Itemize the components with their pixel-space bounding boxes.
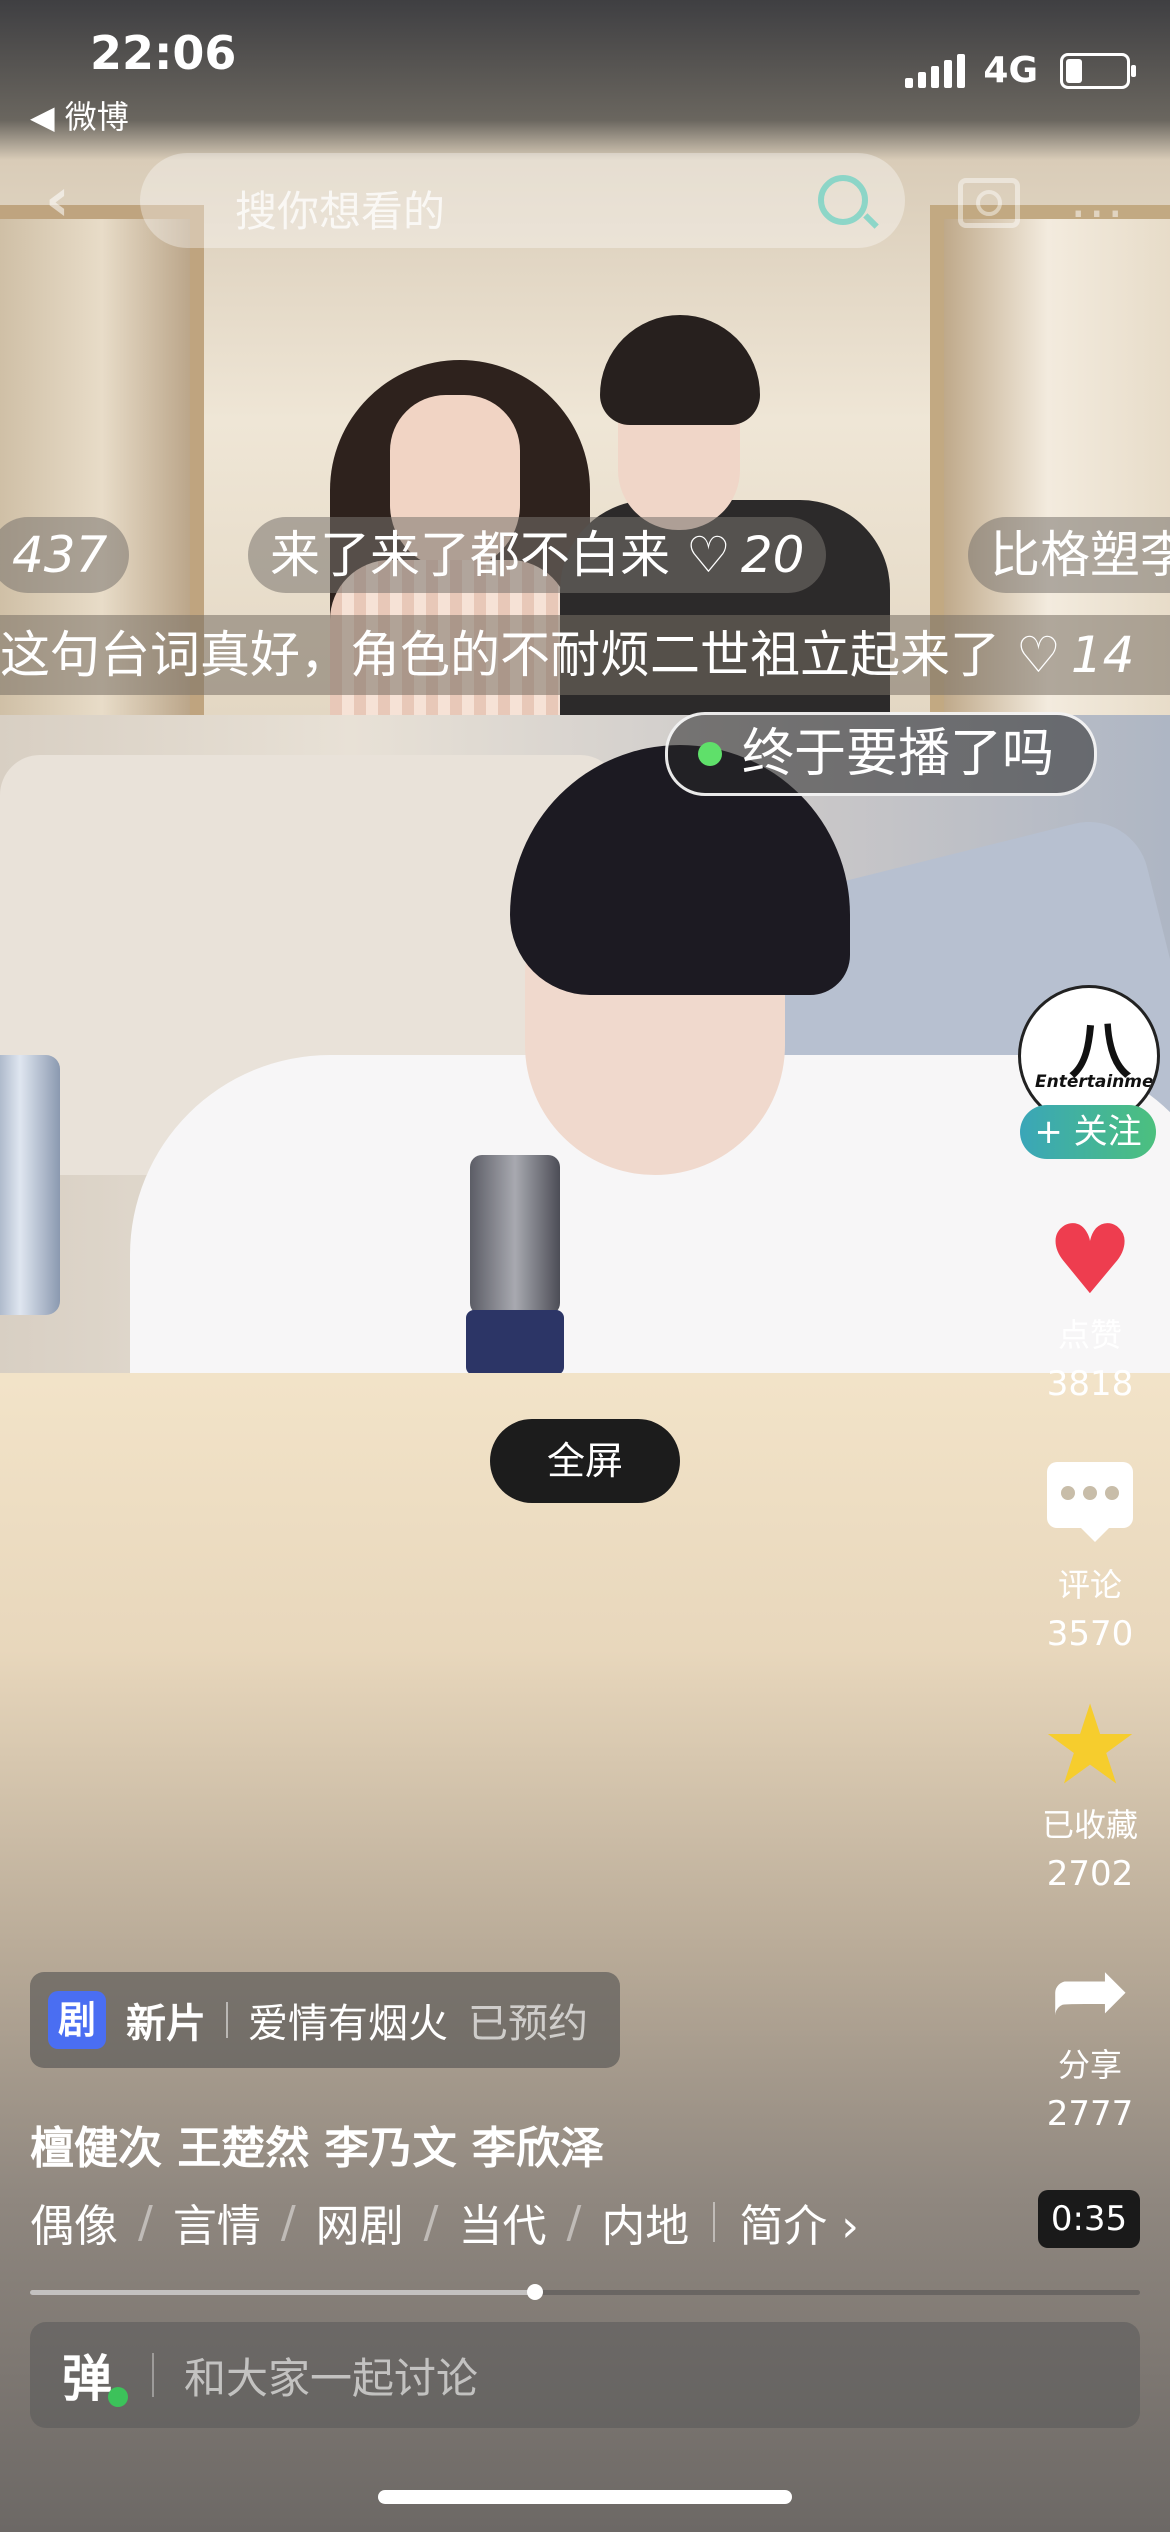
- video-progress-bar[interactable]: [30, 2284, 1140, 2300]
- video-can: [0, 1055, 60, 1315]
- danmaku-toggle-button[interactable]: 弹: [62, 2339, 128, 2411]
- danmaku-likes: 20: [740, 526, 805, 584]
- drama-title: 爱情有烟火: [248, 2001, 448, 2047]
- network-type: 4G: [983, 50, 1038, 91]
- danmaku-text: 这句台词真好，角色的不耐烦二世祖立起来了: [0, 626, 1000, 684]
- danmaku-bubble: 比格塑李: [968, 517, 1170, 593]
- danmaku-bubble: 来了来了都不白来 ♡ 20: [248, 517, 827, 593]
- tag-separator: /: [566, 2196, 582, 2248]
- like-label: 点赞: [1057, 1316, 1122, 1354]
- search-placeholder[interactable]: 搜你想看的: [235, 178, 445, 239]
- genre-tag[interactable]: 内地: [601, 2190, 689, 2254]
- video-cup-base: [466, 1310, 564, 1373]
- home-indicator[interactable]: [378, 2490, 792, 2504]
- star-icon: ★: [1040, 1681, 1140, 1809]
- avatar-logo-text: Entertainment: [1035, 1072, 1160, 1092]
- share-label: 分享: [1057, 2046, 1122, 2084]
- drama-card[interactable]: 剧 新片 爱情有烟火 已预约: [30, 1972, 620, 2068]
- video-feed-screen: 22:06 ◀ 微博 4G ‹ 搜你想看的 ··· 437 来了来了都不白来 ♡ 2…: [0, 0, 1170, 2532]
- danmaku-likes: 437: [12, 526, 108, 584]
- progress-fill: [30, 2290, 536, 2295]
- danmaku-text: 比格塑李: [990, 526, 1170, 584]
- genre-tag[interactable]: 言情: [173, 2190, 261, 2254]
- video-duration: 0:35: [1038, 2190, 1140, 2248]
- drama-poster-image[interactable]: [0, 0, 1170, 715]
- danmaku-likes: 14: [1070, 626, 1135, 684]
- divider: [226, 2002, 228, 2038]
- genre-tag[interactable]: 网剧: [316, 2190, 404, 2254]
- danmaku-text: 来了来了都不白来: [270, 526, 670, 584]
- favorite-label: 已收藏: [1041, 1806, 1138, 1844]
- comment-input[interactable]: 和大家一起讨论: [184, 2345, 478, 2406]
- divider: [713, 2202, 716, 2242]
- heart-outline-icon: ♡: [686, 526, 731, 584]
- battery-icon: [1060, 52, 1136, 89]
- heart-icon: ♥: [1046, 1204, 1134, 1316]
- genre-tag[interactable]: 偶像: [30, 2190, 118, 2254]
- camera-icon[interactable]: [958, 178, 1020, 228]
- status-indicators: 4G: [905, 50, 1136, 91]
- like-count: 3818: [1046, 1364, 1134, 1404]
- comment-count: 3570: [1046, 1614, 1134, 1654]
- search-icon[interactable]: [818, 175, 868, 225]
- divider: [152, 2353, 154, 2397]
- danmaku-bubble: 437: [0, 517, 130, 593]
- comment-icon: [1047, 1462, 1133, 1542]
- status-time: 22:06: [90, 26, 237, 80]
- back-chevron-icon[interactable]: ‹: [45, 165, 70, 235]
- fullscreen-button[interactable]: 全屏: [490, 1419, 680, 1503]
- topic-pill[interactable]: 终于要播了吗: [665, 712, 1098, 796]
- share-count: 2777: [1046, 2094, 1134, 2134]
- tag-separator: /: [138, 2196, 153, 2248]
- like-button[interactable]: ♥ 点赞 3818: [1030, 1210, 1150, 1404]
- share-icon: ➦: [1049, 1934, 1131, 2046]
- favorite-button[interactable]: ★ 已收藏 2702: [1030, 1690, 1150, 1894]
- favorite-count: 2702: [1046, 1854, 1134, 1894]
- comment-button[interactable]: 评论 3570: [1030, 1462, 1150, 1654]
- heart-outline-icon: ♡: [1016, 626, 1061, 684]
- tag-separator: /: [280, 2196, 296, 2248]
- comment-label: 评论: [1057, 1566, 1122, 1604]
- progress-knob[interactable]: [527, 2284, 544, 2300]
- cast-list: 檀健次 王楚然 李乃文 李欣泽: [30, 2123, 604, 2174]
- topic-text: 终于要播了吗: [742, 724, 1055, 784]
- tag-separator: /: [423, 2196, 439, 2248]
- drama-tag-badge: 剧: [48, 1991, 106, 2049]
- intro-link[interactable]: 简介 ›: [739, 2190, 859, 2254]
- signal-icon: [905, 53, 966, 88]
- follow-button[interactable]: + 关注: [1020, 1105, 1156, 1159]
- back-to-app-link[interactable]: ◀ 微博: [30, 92, 129, 138]
- live-dot-icon: [698, 742, 722, 766]
- drama-new-label: 新片: [126, 2001, 206, 2047]
- poster-actor-hair: [600, 315, 760, 425]
- genre-tags: 偶像 / 言情 / 网剧 / 当代 / 内地 简介 ›: [30, 2190, 859, 2254]
- comment-bar[interactable]: 弹 和大家一起讨论: [30, 2322, 1140, 2428]
- video-player[interactable]: [0, 715, 1170, 1373]
- more-options-icon[interactable]: ···: [1070, 185, 1126, 245]
- video-cup: [470, 1155, 560, 1315]
- genre-tag[interactable]: 当代: [458, 2190, 546, 2254]
- danmaku-strip: 这句台词真好，角色的不耐烦二世祖立起来了 ♡ 14: [0, 615, 1170, 695]
- share-button[interactable]: ➦ 分享 2777: [1030, 1940, 1150, 2134]
- drama-booked-status[interactable]: 已预约: [468, 1991, 588, 2049]
